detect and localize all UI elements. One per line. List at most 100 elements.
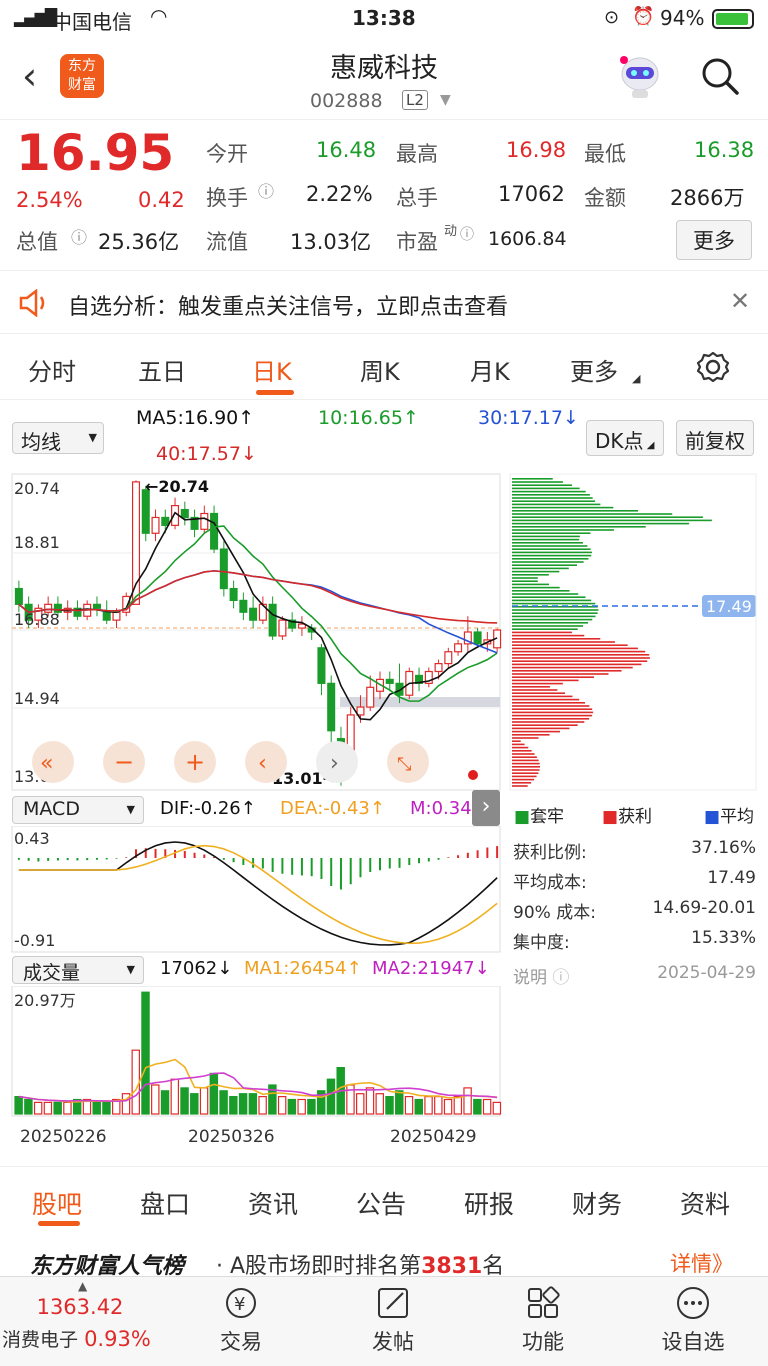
- tab-weekly-k[interactable]: 周K: [360, 352, 400, 387]
- tab-intraday[interactable]: 分时: [28, 352, 76, 387]
- indicator-select[interactable]: 均线 ▼: [12, 422, 104, 454]
- adjust-button[interactable]: 前复权: [676, 420, 754, 456]
- chip-bar: [512, 679, 579, 682]
- scroll-right-icon[interactable]: ›: [330, 751, 339, 776]
- tab-five-day[interactable]: 五日: [138, 352, 186, 387]
- level2-badge[interactable]: L2: [402, 90, 428, 110]
- amount-label: 金额: [584, 186, 626, 210]
- volume-chart[interactable]: 20.97万 20250226 20250326 20250429: [0, 986, 510, 1164]
- carrier: 中国电信: [52, 10, 132, 34]
- open-value: 16.48: [316, 138, 377, 162]
- candle-body: [229, 587, 238, 602]
- tab-finance[interactable]: 财务: [572, 1185, 622, 1221]
- period-tabs: 分时 五日 日K 周K 月K 更多 ◢: [0, 334, 768, 400]
- tab-monthly-k[interactable]: 月K: [470, 352, 510, 387]
- chip-bar: [512, 766, 540, 768]
- info-icon[interactable]: ⓘ: [460, 224, 474, 244]
- zoom-out-icon[interactable]: −: [114, 748, 134, 776]
- chip-distribution: [512, 478, 712, 787]
- dk-point-button[interactable]: DK点 ◢: [586, 420, 664, 456]
- chip-bar: [512, 596, 586, 598]
- chip-bar: [512, 580, 538, 582]
- expand-side-icon[interactable]: ›: [472, 790, 500, 826]
- candle-body: [327, 682, 336, 732]
- chip-bar: [512, 750, 532, 752]
- kline-chart[interactable]: 20.74 18.81 16.88 14.94 13.01 ←20.74 13.…: [0, 472, 768, 802]
- dock-add-watchlist[interactable]: 设自选: [638, 1285, 748, 1356]
- candle-body: [278, 619, 287, 637]
- tab-daily-k[interactable]: 日K: [252, 352, 292, 387]
- chip-note-row[interactable]: 说明 ⓘ 2025-04-29: [513, 963, 756, 988]
- dock-post[interactable]: 发帖: [338, 1285, 448, 1356]
- clock: 13:38: [352, 6, 416, 30]
- tab-announcements[interactable]: 公告: [356, 1185, 406, 1221]
- volume-bar: [307, 1098, 316, 1115]
- chip-bar: [512, 602, 596, 605]
- popularity-rank-banner[interactable]: 东方财富人气榜 · A股市场即时排名第3831名 详情》: [0, 1236, 768, 1279]
- dock-trade[interactable]: ¥ 交易: [186, 1285, 296, 1356]
- robot-assistant-icon[interactable]: [616, 50, 664, 100]
- chip-bar: [512, 686, 550, 688]
- chip-bar: [512, 532, 591, 534]
- rank-detail-link[interactable]: 详情》: [670, 1248, 733, 1278]
- volume-bar: [326, 1078, 336, 1115]
- chip-bar: [512, 689, 558, 691]
- close-icon[interactable]: ✕: [730, 287, 750, 315]
- more-button[interactable]: 更多: [676, 220, 752, 260]
- chip-bar: [512, 708, 593, 710]
- chip-row-90-cost: 90% 成本: 14.69-20.01: [513, 898, 756, 923]
- vol-ma5-line: [18, 1058, 498, 1103]
- candle-body: [210, 512, 219, 550]
- volume-bar: [365, 1087, 375, 1115]
- volume-ma1: MA1:26454↑: [244, 958, 362, 979]
- chip-bar: [512, 490, 586, 493]
- volume-bar: [453, 1095, 463, 1115]
- info-icon[interactable]: ⓘ: [71, 224, 87, 248]
- volume-select[interactable]: 成交量 ▼: [12, 956, 144, 984]
- macd-chart[interactable]: 0.43 -0.91: [0, 826, 510, 954]
- analysis-notice[interactable]: 自选分析：触发重点关注信号，立即点击查看 ✕: [0, 270, 768, 334]
- chip-bar: [512, 529, 614, 531]
- volume-bar: [199, 1087, 209, 1115]
- volume-bar: [404, 1095, 414, 1115]
- volume-bar: [141, 991, 150, 1115]
- macd-select[interactable]: MACD ▼: [12, 796, 144, 824]
- chip-bar: [512, 724, 578, 726]
- chip-bar: [512, 622, 589, 624]
- chevron-down-icon[interactable]: ▼: [440, 92, 451, 108]
- expand-icon[interactable]: ⤡: [397, 754, 411, 775]
- battery-percent: 94%: [660, 6, 705, 30]
- scroll-left-icon[interactable]: ‹: [258, 751, 267, 776]
- volume-bar: [375, 1093, 384, 1115]
- zoom-in-icon[interactable]: +: [185, 748, 205, 776]
- gear-icon[interactable]: [696, 350, 730, 388]
- y-label-4: 14.94: [14, 689, 60, 708]
- dock-functions[interactable]: 功能: [488, 1285, 598, 1356]
- tab-pankou[interactable]: 盘口: [140, 1185, 190, 1221]
- notice-text: 自选分析：触发重点关注信号，立即点击查看: [68, 295, 509, 320]
- amount-value: 2866万: [670, 186, 745, 210]
- sector-index[interactable]: 1363.42 消费电子 0.93%: [0, 1295, 160, 1352]
- volume-bar: [414, 1098, 424, 1115]
- tab-research[interactable]: 研报: [464, 1185, 514, 1221]
- alarm-icon: ⏰: [632, 6, 655, 27]
- tab-more[interactable]: 更多: [570, 352, 618, 387]
- chip-bar: [512, 692, 566, 694]
- chip-bar: [512, 503, 601, 506]
- chip-bar: [512, 494, 590, 496]
- chip-bar: [512, 634, 585, 637]
- change-amount: 0.42: [138, 188, 185, 212]
- chip-bar: [512, 542, 583, 544]
- search-icon[interactable]: [700, 56, 740, 100]
- chip-bar: [512, 727, 570, 730]
- chart-controls[interactable]: « − + ‹ › ⤡: [32, 741, 478, 783]
- dropdown-triangle-icon: ◢: [632, 372, 641, 385]
- info-icon[interactable]: ⓘ: [258, 178, 274, 202]
- tab-profile[interactable]: 资料: [680, 1185, 730, 1221]
- tab-news[interactable]: 资讯: [248, 1185, 298, 1221]
- rewind-icon[interactable]: «: [40, 751, 53, 776]
- chip-bar: [512, 628, 578, 630]
- chip-bar: [512, 759, 539, 762]
- low-label: 最低: [584, 142, 626, 166]
- tab-guba[interactable]: 股吧: [32, 1185, 82, 1221]
